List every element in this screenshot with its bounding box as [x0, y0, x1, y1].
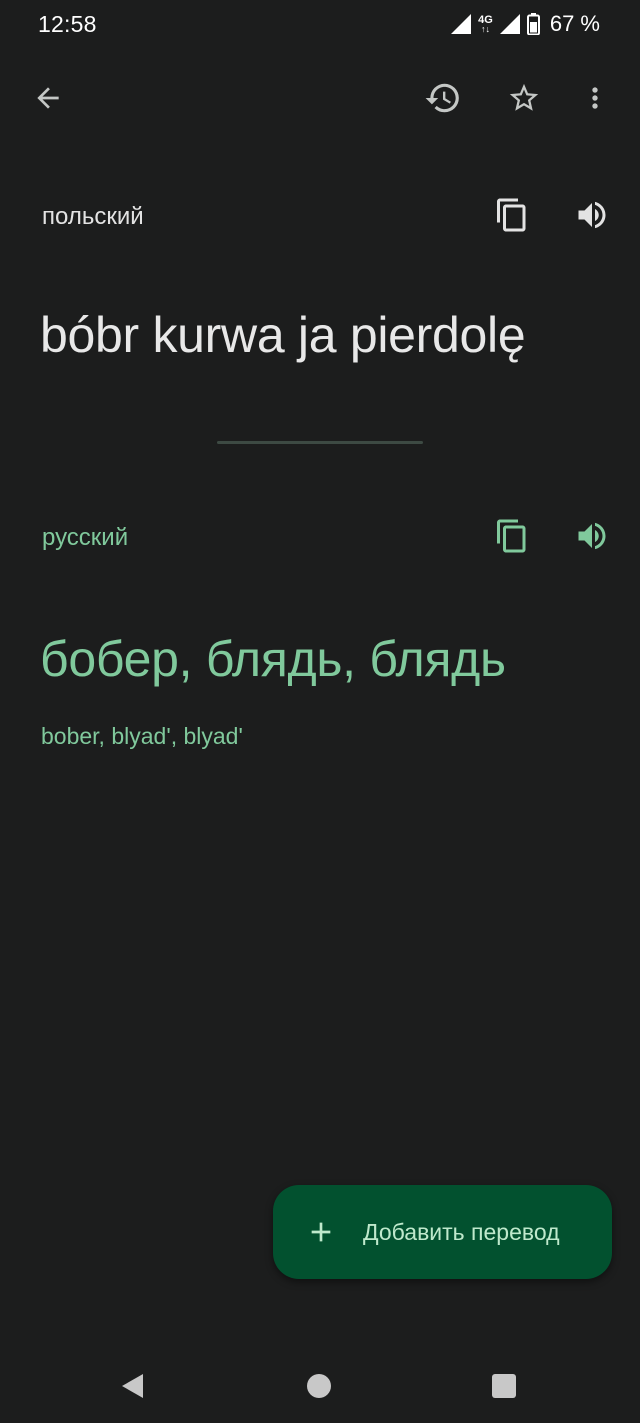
star-outline-icon	[507, 81, 541, 120]
speaker-icon	[574, 197, 610, 238]
target-speak-button[interactable]	[568, 514, 616, 562]
network-type-label: 4G	[478, 13, 493, 26]
history-button[interactable]	[419, 76, 467, 124]
nav-home-icon	[305, 1372, 333, 1405]
nav-back-button[interactable]	[109, 1364, 157, 1412]
network-4g-icon: 4G ↑↓	[478, 13, 493, 34]
signal-icon	[450, 13, 472, 35]
back-button[interactable]	[24, 76, 72, 124]
history-icon	[424, 79, 462, 122]
more-vert-icon	[579, 82, 611, 119]
add-translation-label: Добавить перевод	[363, 1218, 560, 1245]
battery-icon	[526, 13, 540, 35]
status-bar: 12:58 4G ↑↓ 67 %	[0, 0, 640, 48]
transliteration-text: bober, blyad', blyad'	[41, 723, 243, 749]
copy-icon	[494, 518, 530, 559]
more-options-button[interactable]	[571, 76, 619, 124]
source-language-label: польский	[42, 203, 144, 230]
speaker-icon	[574, 518, 610, 559]
nav-back-icon	[119, 1372, 147, 1405]
target-language-label: русский	[42, 524, 129, 551]
translation-text: бобер, блядь, блядь	[40, 631, 506, 687]
signal-icon	[499, 13, 521, 35]
source-language-row: польский	[0, 189, 640, 245]
source-speak-button[interactable]	[568, 193, 616, 241]
status-time: 12:58	[38, 10, 97, 37]
add-translation-button[interactable]: Добавить перевод	[273, 1185, 612, 1279]
nav-home-button[interactable]	[295, 1364, 343, 1412]
translation-screen: 12:58 4G ↑↓ 67 % польский bóbr kurwa ja …	[0, 0, 640, 1423]
source-copy-button[interactable]	[488, 193, 536, 241]
plus-icon	[305, 1216, 337, 1248]
system-nav-bar	[0, 1350, 640, 1423]
nav-recents-icon	[490, 1372, 518, 1405]
section-divider	[217, 441, 423, 444]
nav-recents-button[interactable]	[480, 1364, 528, 1412]
favorite-button[interactable]	[500, 76, 548, 124]
battery-percent: 67 %	[549, 11, 600, 36]
back-arrow-icon	[32, 82, 64, 119]
copy-icon	[494, 197, 530, 238]
status-icons: 4G ↑↓ 67 %	[450, 11, 600, 37]
target-language-row: русский	[0, 510, 640, 566]
source-text[interactable]: bóbr kurwa ja pierdolę	[40, 306, 526, 364]
top-app-bar	[0, 64, 640, 136]
target-copy-button[interactable]	[488, 514, 536, 562]
